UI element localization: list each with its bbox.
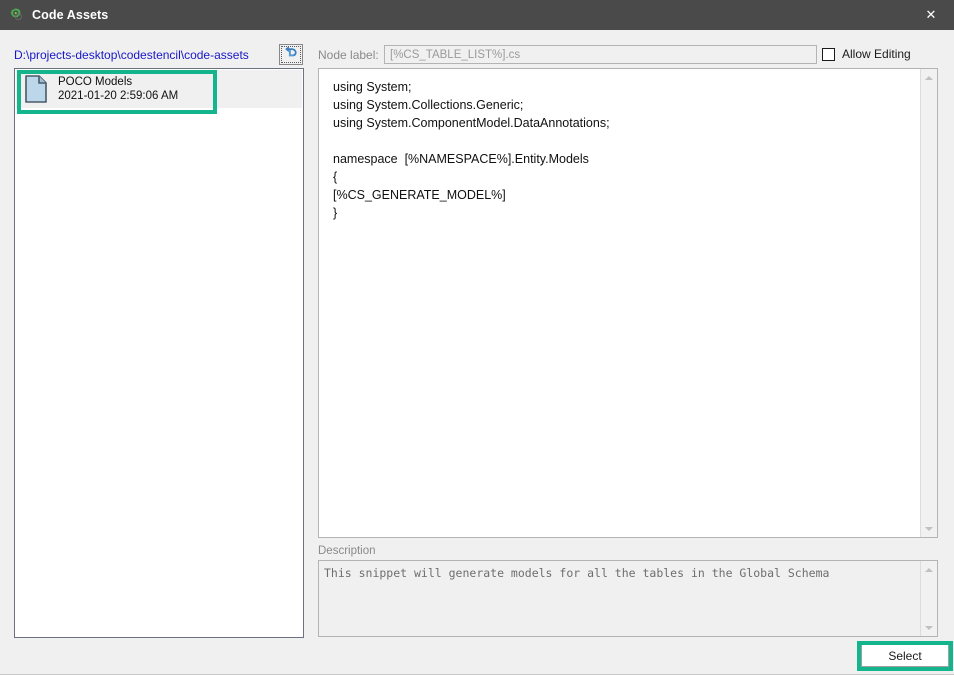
list-item-title: POCO Models <box>58 75 133 88</box>
assets-list[interactable]: POCO Models 2021-01-20 2:59:06 AM <box>14 68 304 638</box>
window-title: Code Assets <box>32 8 109 22</box>
allow-editing-group[interactable]: Allow Editing <box>822 47 911 61</box>
list-item-subtitle: 2021-01-20 2:59:06 AM <box>58 90 179 102</box>
file-document-icon <box>24 75 48 103</box>
code-editor[interactable]: using System; using System.Collections.G… <box>318 68 938 538</box>
scroll-up-icon[interactable] <box>921 561 937 578</box>
allow-editing-checkbox[interactable] <box>822 47 835 61</box>
list-item[interactable]: POCO Models 2021-01-20 2:59:06 AM <box>16 70 302 108</box>
select-button[interactable]: Select <box>861 644 949 667</box>
node-label-label: Node label: <box>318 48 379 62</box>
code-editor-scrollbar[interactable] <box>920 69 937 537</box>
description-label: Description <box>318 545 376 557</box>
description-box[interactable]: This snippet will generate models for al… <box>318 560 938 637</box>
back-button[interactable] <box>279 44 303 65</box>
description-scrollbar[interactable] <box>920 561 937 636</box>
undo-arrow-icon <box>284 45 299 64</box>
current-path-link[interactable]: D:\projects-desktop\codestencil\code-ass… <box>14 48 249 62</box>
scroll-down-icon[interactable] <box>921 520 937 537</box>
allow-editing-label: Allow Editing <box>842 47 911 61</box>
scroll-up-icon[interactable] <box>921 69 937 86</box>
code-assets-dialog: Code Assets ✕ D:\projects-desktop\codest… <box>0 0 954 675</box>
close-icon[interactable]: ✕ <box>908 0 954 30</box>
code-content: using System; using System.Collections.G… <box>333 80 610 220</box>
gear-icon <box>8 7 24 23</box>
node-label-input[interactable] <box>384 45 817 64</box>
description-text: This snippet will generate models for al… <box>324 566 830 580</box>
scroll-down-icon[interactable] <box>921 619 937 636</box>
title-bar: Code Assets ✕ <box>0 0 954 30</box>
